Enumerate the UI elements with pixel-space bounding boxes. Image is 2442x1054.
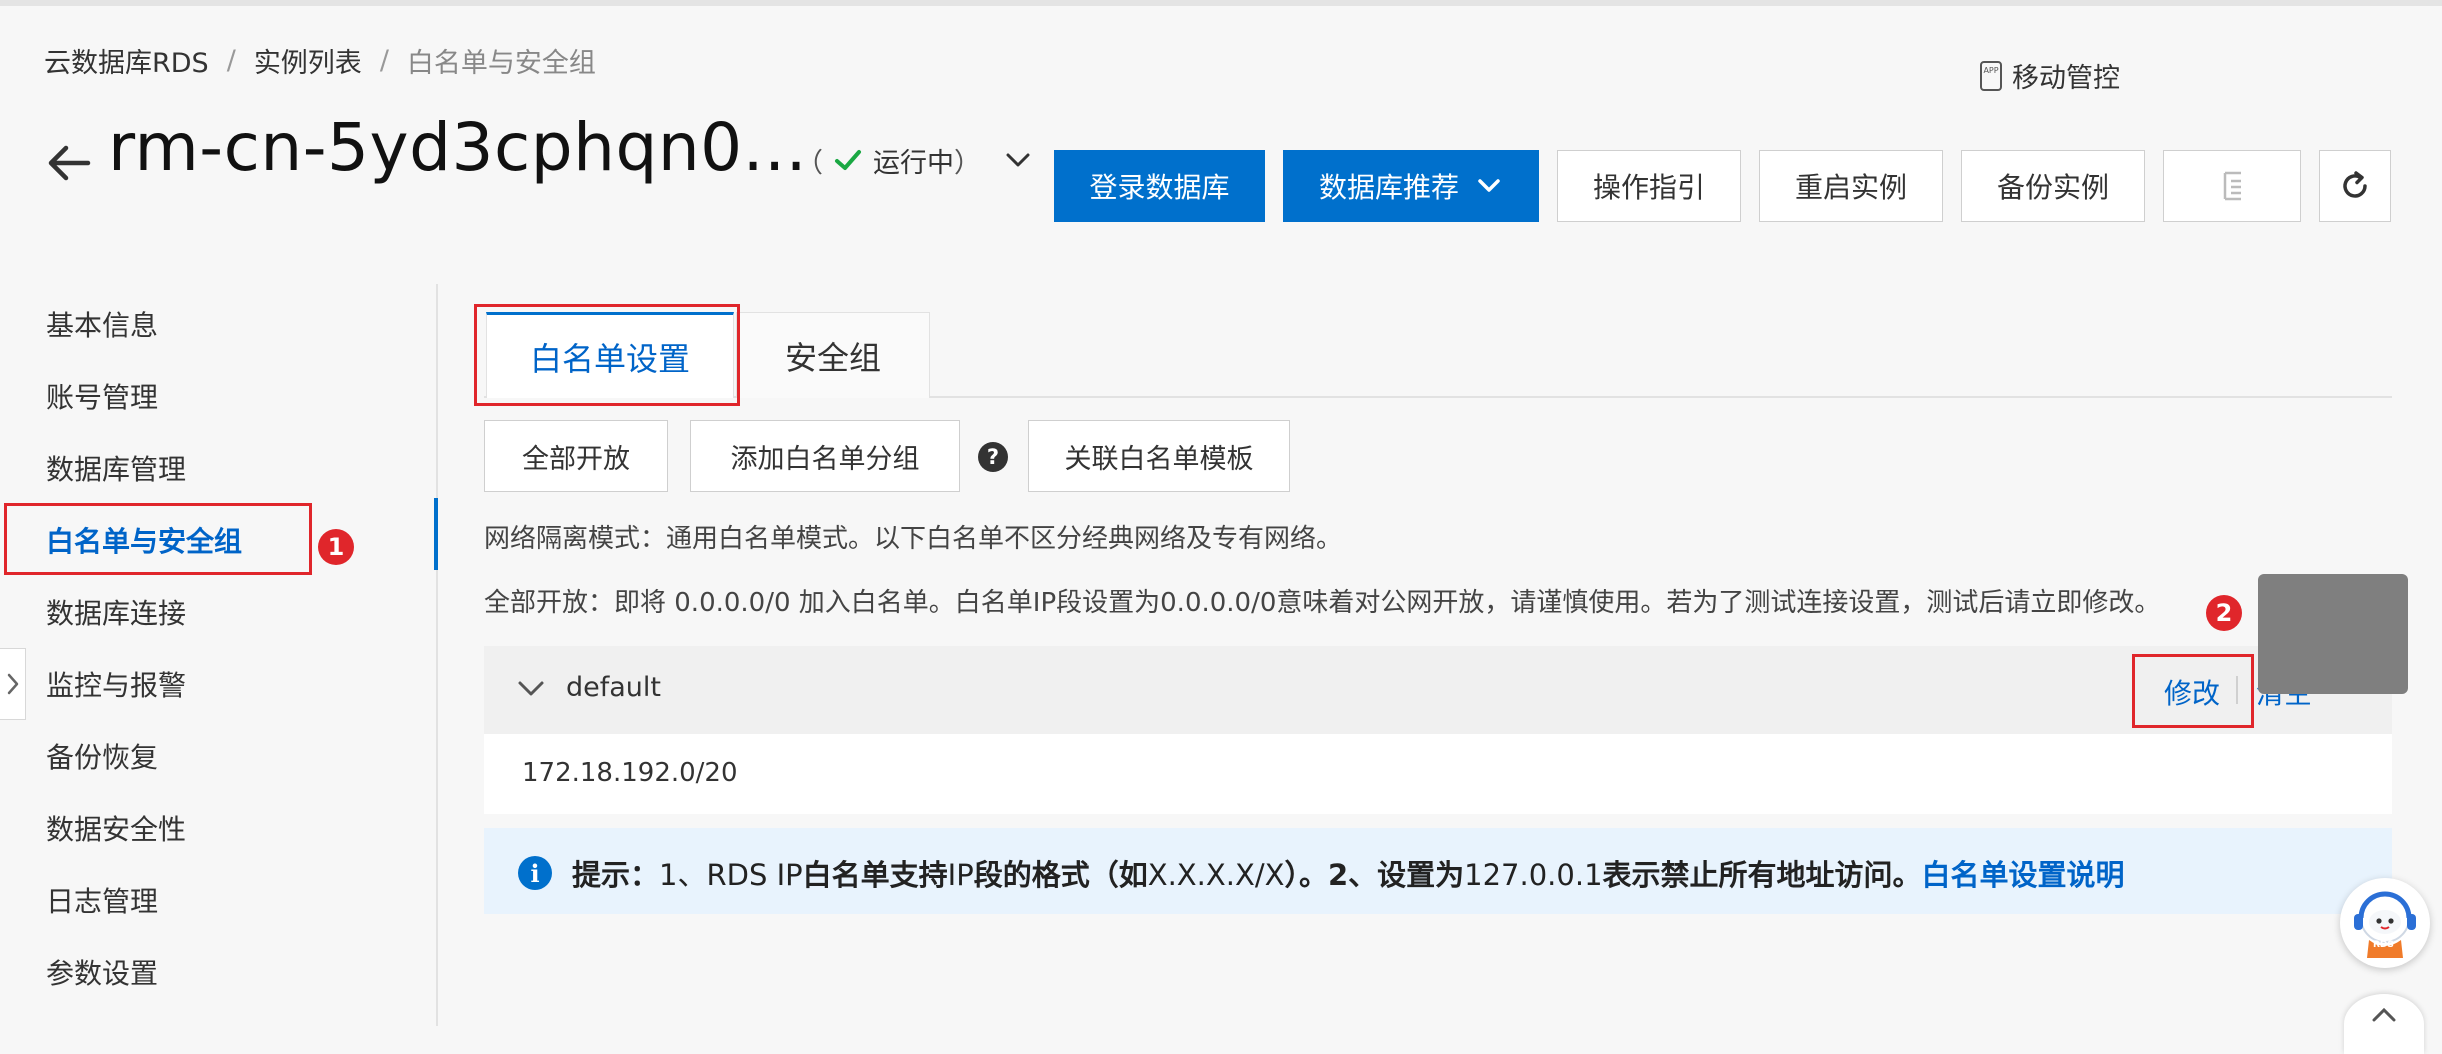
- chevron-down-icon[interactable]: [514, 672, 548, 706]
- chevron-up-icon: [2372, 1007, 2396, 1022]
- backup-instance-label: 备份实例: [1996, 171, 2109, 204]
- restart-instance-button[interactable]: 重启实例: [1759, 150, 1943, 222]
- tip-part-1: 1、RDS IP: [659, 858, 803, 892]
- tooltip-overlay: [2258, 574, 2408, 694]
- whitelist-doc-link[interactable]: 白名单设置说明: [1922, 858, 2125, 892]
- open-all-button[interactable]: 全部开放: [484, 420, 668, 492]
- chevron-down-icon: [1478, 179, 1500, 192]
- open-all-warning: 全部开放：即将 0.0.0.0/0 加入白名单。白名单IP段设置为0.0.0.0…: [484, 588, 2161, 618]
- tip-part-3: IP: [947, 858, 974, 892]
- restart-instance-label: 重启实例: [1794, 171, 1907, 204]
- more-actions-button[interactable]: [2163, 150, 2301, 222]
- add-whitelist-group-label: 添加白名单分组: [730, 443, 920, 475]
- add-whitelist-group-button[interactable]: 添加白名单分组: [690, 420, 960, 492]
- breadcrumb-item-rds[interactable]: 云数据库RDS: [44, 41, 209, 80]
- mobile-control-link[interactable]: APP 移动管控: [1980, 56, 2120, 95]
- chevron-right-icon: [7, 673, 18, 695]
- info-icon: i: [518, 856, 552, 890]
- login-database-label: 登录数据库: [1089, 171, 1230, 204]
- top-border: [0, 0, 2442, 6]
- mobile-app-icon: APP: [1980, 60, 2002, 91]
- isolation-mode-info: 网络隔离模式：通用白名单模式。以下白名单不区分经典网络及专有网络。: [484, 524, 1343, 554]
- assistant-bot-button[interactable]: RDS: [2340, 878, 2430, 968]
- chevron-down-icon[interactable]: [1003, 145, 1033, 175]
- breadcrumb-separator: /: [379, 44, 389, 76]
- sidebar-active-indicator: [434, 498, 438, 570]
- step-badge-1: 1: [318, 529, 354, 565]
- sidebar-item-monitoring[interactable]: 监控与报警: [46, 662, 186, 706]
- tip-part-4: 段的格式（如: [973, 858, 1148, 892]
- robot-assistant-icon: [2354, 891, 2416, 958]
- tip-part-7: 127.0.0.1: [1464, 858, 1603, 892]
- refresh-icon: [2343, 171, 2367, 198]
- instance-status[interactable]: （ 运行中 ）: [796, 138, 1033, 182]
- status-label: 运行中: [873, 147, 954, 179]
- mobile-control-label: 移动管控: [2012, 63, 2120, 94]
- breadcrumb-separator: /: [226, 44, 236, 76]
- back-arrow-icon[interactable]: [44, 138, 94, 188]
- instance-title: rm-cn-5yd3cphqn0...: [108, 109, 808, 186]
- database-recommend-button[interactable]: 数据库推荐: [1283, 150, 1539, 222]
- database-recommend-label: 数据库推荐: [1318, 171, 1459, 204]
- sidebar-item-logs[interactable]: 日志管理: [46, 878, 158, 922]
- tip-part-5: X.X.X.X/X: [1147, 858, 1285, 892]
- whitelist-group-header: [484, 646, 2392, 734]
- login-database-button[interactable]: 登录数据库: [1054, 150, 1265, 222]
- tab-security-group[interactable]: 安全组: [736, 312, 930, 398]
- sidebar-item-databases[interactable]: 数据库管理: [46, 446, 186, 490]
- tip-part-8: 表示禁止所有地址访问。: [1602, 858, 1922, 892]
- assistant-label: RDS: [2373, 940, 2394, 950]
- sidebar-item-accounts[interactable]: 账号管理: [46, 374, 158, 418]
- tip-part-2: 白名单支持: [802, 858, 948, 892]
- breadcrumb-item-instances[interactable]: 实例列表: [254, 41, 362, 80]
- highlight-box-tab: [474, 304, 740, 406]
- tip-part-6: ）。2、设置为: [1284, 858, 1465, 892]
- sidebar-item-backup-restore[interactable]: 备份恢复: [46, 734, 158, 778]
- whitelist-group-name: default: [566, 672, 662, 703]
- sidebar-divider: [436, 284, 438, 1026]
- highlight-box-sidebar: [4, 503, 312, 575]
- step-badge-2: 2: [2206, 595, 2242, 631]
- list-icon: [2223, 171, 2241, 201]
- link-whitelist-template-label: 关联白名单模板: [1064, 443, 1254, 475]
- tip-text: 提示：1、RDS IP白名单支持IP段的格式（如X.X.X.X/X）。2、设置为…: [572, 852, 2125, 894]
- sidebar-toggle-button[interactable]: [0, 648, 26, 720]
- scroll-top-button[interactable]: [2344, 994, 2424, 1054]
- backup-instance-button[interactable]: 备份实例: [1961, 150, 2145, 222]
- tip-prefix: 提示：: [572, 858, 660, 892]
- refresh-button[interactable]: [2319, 150, 2391, 222]
- whitelist-group-body: [484, 734, 2392, 814]
- sidebar-item-data-security[interactable]: 数据安全性: [46, 806, 186, 850]
- highlight-box-edit: [2132, 654, 2254, 728]
- sidebar-item-connection[interactable]: 数据库连接: [46, 590, 186, 634]
- whitelist-ip-value: 172.18.192.0/20: [522, 758, 738, 788]
- sidebar-item-basic-info[interactable]: 基本信息: [46, 302, 158, 346]
- breadcrumb: 云数据库RDS / 实例列表 / 白名单与安全组: [44, 40, 596, 80]
- sidebar-item-parameters[interactable]: 参数设置: [46, 950, 158, 994]
- check-icon: [835, 150, 861, 170]
- open-all-label: 全部开放: [522, 443, 630, 475]
- tab-security-group-label: 安全组: [784, 338, 881, 377]
- operation-guide-button[interactable]: 操作指引: [1557, 150, 1741, 222]
- link-whitelist-template-button[interactable]: 关联白名单模板: [1028, 420, 1290, 492]
- help-icon[interactable]: ?: [978, 442, 1008, 472]
- breadcrumb-current: 白名单与安全组: [406, 47, 596, 79]
- operation-guide-label: 操作指引: [1592, 171, 1705, 204]
- status-paren-close: ）: [954, 147, 981, 179]
- status-paren-open: （: [796, 147, 823, 179]
